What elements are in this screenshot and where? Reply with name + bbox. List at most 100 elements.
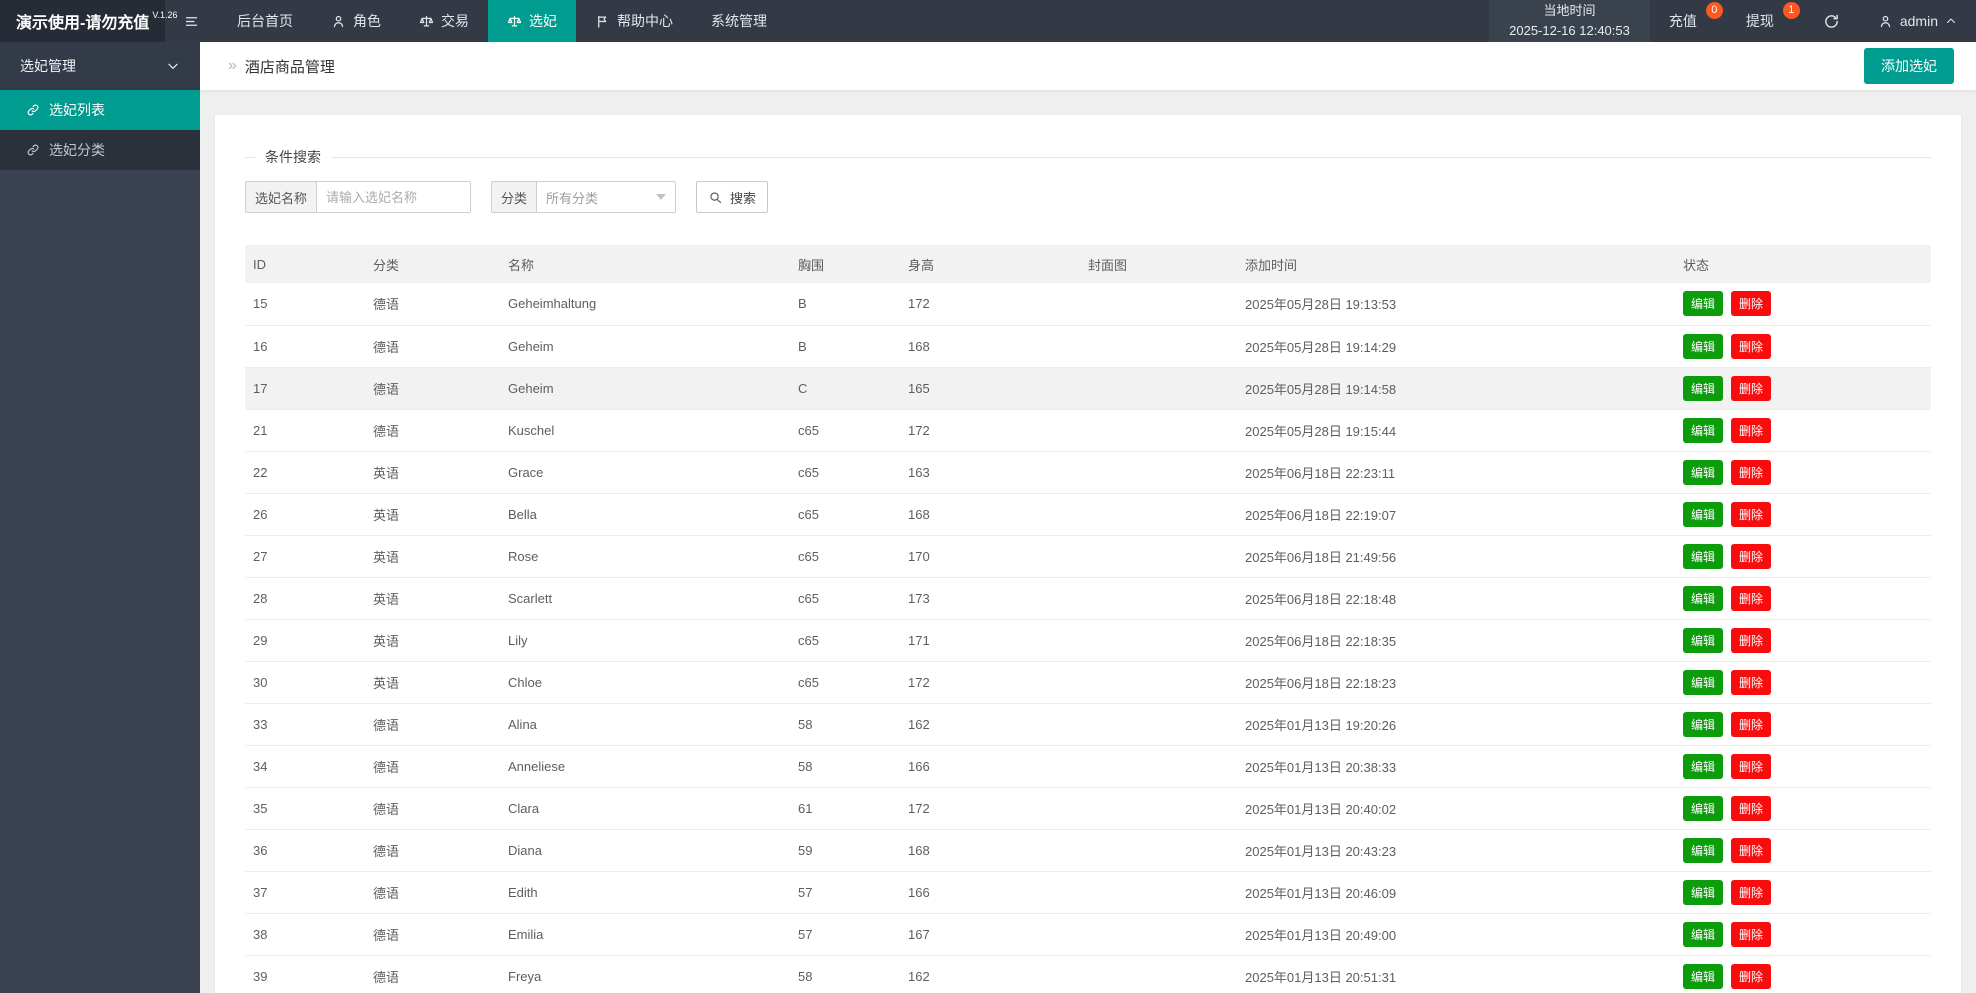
cell-added_time: 2025年06月18日 21:49:56 <box>1237 535 1675 577</box>
search-button[interactable]: 搜索 <box>696 181 768 213</box>
edit-button[interactable]: 编辑 <box>1683 796 1723 821</box>
name-filter-input[interactable] <box>316 181 471 213</box>
local-time-label: 当地时间 <box>1509 1 1630 21</box>
cell-id: 36 <box>245 829 365 871</box>
cell-name: Kuschel <box>500 409 790 451</box>
delete-button[interactable]: 删除 <box>1731 502 1771 527</box>
nav-item-dashboard[interactable]: 后台首页 <box>218 0 312 42</box>
cell-actions: 编辑删除 <box>1675 577 1931 619</box>
cell-height: 166 <box>900 745 1080 787</box>
edit-button[interactable]: 编辑 <box>1683 291 1723 316</box>
delete-button[interactable]: 删除 <box>1731 460 1771 485</box>
delete-button[interactable]: 删除 <box>1731 838 1771 863</box>
cell-id: 33 <box>245 703 365 745</box>
edit-button[interactable]: 编辑 <box>1683 922 1723 947</box>
edit-button[interactable]: 编辑 <box>1683 334 1723 359</box>
nav-item-help[interactable]: 帮助中心 <box>576 0 692 42</box>
edit-button[interactable]: 编辑 <box>1683 880 1723 905</box>
delete-button[interactable]: 删除 <box>1731 880 1771 905</box>
cell-bust: 59 <box>790 829 900 871</box>
cell-added_time: 2025年05月28日 19:14:58 <box>1237 367 1675 409</box>
username: admin <box>1900 13 1938 29</box>
cell-actions: 编辑删除 <box>1675 955 1931 993</box>
edit-button[interactable]: 编辑 <box>1683 586 1723 611</box>
sidebar-toggle-button[interactable] <box>165 0 218 42</box>
sidebar-item-xuanfei-category[interactable]: 选妃分类 <box>0 130 200 170</box>
sidebar-item-xuanfei-list[interactable]: 选妃列表 <box>0 90 200 130</box>
recharge-link[interactable]: 充值 0 <box>1650 0 1727 42</box>
delete-button[interactable]: 删除 <box>1731 418 1771 443</box>
table-row: 26英语Bellac651682025年06月18日 22:19:07编辑删除 <box>245 493 1931 535</box>
edit-button[interactable]: 编辑 <box>1683 418 1723 443</box>
edit-button[interactable]: 编辑 <box>1683 964 1723 989</box>
cell-cover <box>1080 913 1237 955</box>
cell-name: Lily <box>500 619 790 661</box>
category-select[interactable]: 所有分类 <box>536 181 676 213</box>
nav-item-trade[interactable]: 交易 <box>400 0 488 42</box>
user-menu[interactable]: admin <box>1859 0 1976 42</box>
edit-button[interactable]: 编辑 <box>1683 838 1723 863</box>
page-title: 酒店商品管理 <box>245 56 335 77</box>
cell-cover <box>1080 367 1237 409</box>
delete-button[interactable]: 删除 <box>1731 544 1771 569</box>
topbar-spacer <box>786 0 1489 42</box>
cell-name: Diana <box>500 829 790 871</box>
cell-id: 16 <box>245 325 365 367</box>
cell-added_time: 2025年01月13日 20:43:23 <box>1237 829 1675 871</box>
cell-bust: 58 <box>790 703 900 745</box>
delete-button[interactable]: 删除 <box>1731 712 1771 737</box>
cell-id: 22 <box>245 451 365 493</box>
cell-category: 德语 <box>365 745 500 787</box>
refresh-button[interactable] <box>1804 0 1859 42</box>
cell-added_time: 2025年01月13日 20:49:00 <box>1237 913 1675 955</box>
delete-button[interactable]: 删除 <box>1731 291 1771 316</box>
nav-item-system[interactable]: 系统管理 <box>692 0 786 42</box>
cell-cover <box>1080 535 1237 577</box>
edit-button[interactable]: 编辑 <box>1683 670 1723 695</box>
cell-height: 168 <box>900 493 1080 535</box>
cell-cover <box>1080 409 1237 451</box>
withdraw-link[interactable]: 提现 1 <box>1727 0 1804 42</box>
add-xuanfei-button[interactable]: 添加选妃 <box>1864 48 1954 84</box>
delete-button[interactable]: 删除 <box>1731 376 1771 401</box>
edit-button[interactable]: 编辑 <box>1683 544 1723 569</box>
cell-category: 德语 <box>365 367 500 409</box>
delete-button[interactable]: 删除 <box>1731 628 1771 653</box>
edit-button[interactable]: 编辑 <box>1683 460 1723 485</box>
edit-button[interactable]: 编辑 <box>1683 712 1723 737</box>
app-logo: 演示使用-请勿充值 V.1.26 <box>0 0 165 42</box>
cell-actions: 编辑删除 <box>1675 325 1931 367</box>
cell-bust: B <box>790 325 900 367</box>
delete-button[interactable]: 删除 <box>1731 922 1771 947</box>
table-row: 35德语Clara611722025年01月13日 20:40:02编辑删除 <box>245 787 1931 829</box>
cell-height: 163 <box>900 451 1080 493</box>
delete-button[interactable]: 删除 <box>1731 670 1771 695</box>
delete-button[interactable]: 删除 <box>1731 754 1771 779</box>
cell-category: 德语 <box>365 325 500 367</box>
delete-button[interactable]: 删除 <box>1731 964 1771 989</box>
cell-category: 德语 <box>365 871 500 913</box>
delete-button[interactable]: 删除 <box>1731 796 1771 821</box>
col-header-id: ID <box>245 245 365 283</box>
cell-category: 英语 <box>365 661 500 703</box>
cell-cover <box>1080 871 1237 913</box>
cell-added_time: 2025年05月28日 19:15:44 <box>1237 409 1675 451</box>
sidebar-group-xuanfei-management[interactable]: 选妃管理 <box>0 42 200 90</box>
edit-button[interactable]: 编辑 <box>1683 376 1723 401</box>
recharge-badge: 0 <box>1706 2 1723 19</box>
cell-category: 英语 <box>365 577 500 619</box>
cell-cover <box>1080 787 1237 829</box>
nav-item-roles[interactable]: 角色 <box>312 0 400 42</box>
cell-added_time: 2025年05月28日 19:14:29 <box>1237 325 1675 367</box>
edit-button[interactable]: 编辑 <box>1683 502 1723 527</box>
cell-name: Alina <box>500 703 790 745</box>
cell-name: Freya <box>500 955 790 993</box>
cell-category: 英语 <box>365 451 500 493</box>
edit-button[interactable]: 编辑 <box>1683 754 1723 779</box>
edit-button[interactable]: 编辑 <box>1683 628 1723 653</box>
delete-button[interactable]: 删除 <box>1731 586 1771 611</box>
delete-button[interactable]: 删除 <box>1731 334 1771 359</box>
nav-item-xuanfei[interactable]: 选妃 <box>488 0 576 42</box>
search-icon <box>708 190 723 205</box>
cell-name: Rose <box>500 535 790 577</box>
